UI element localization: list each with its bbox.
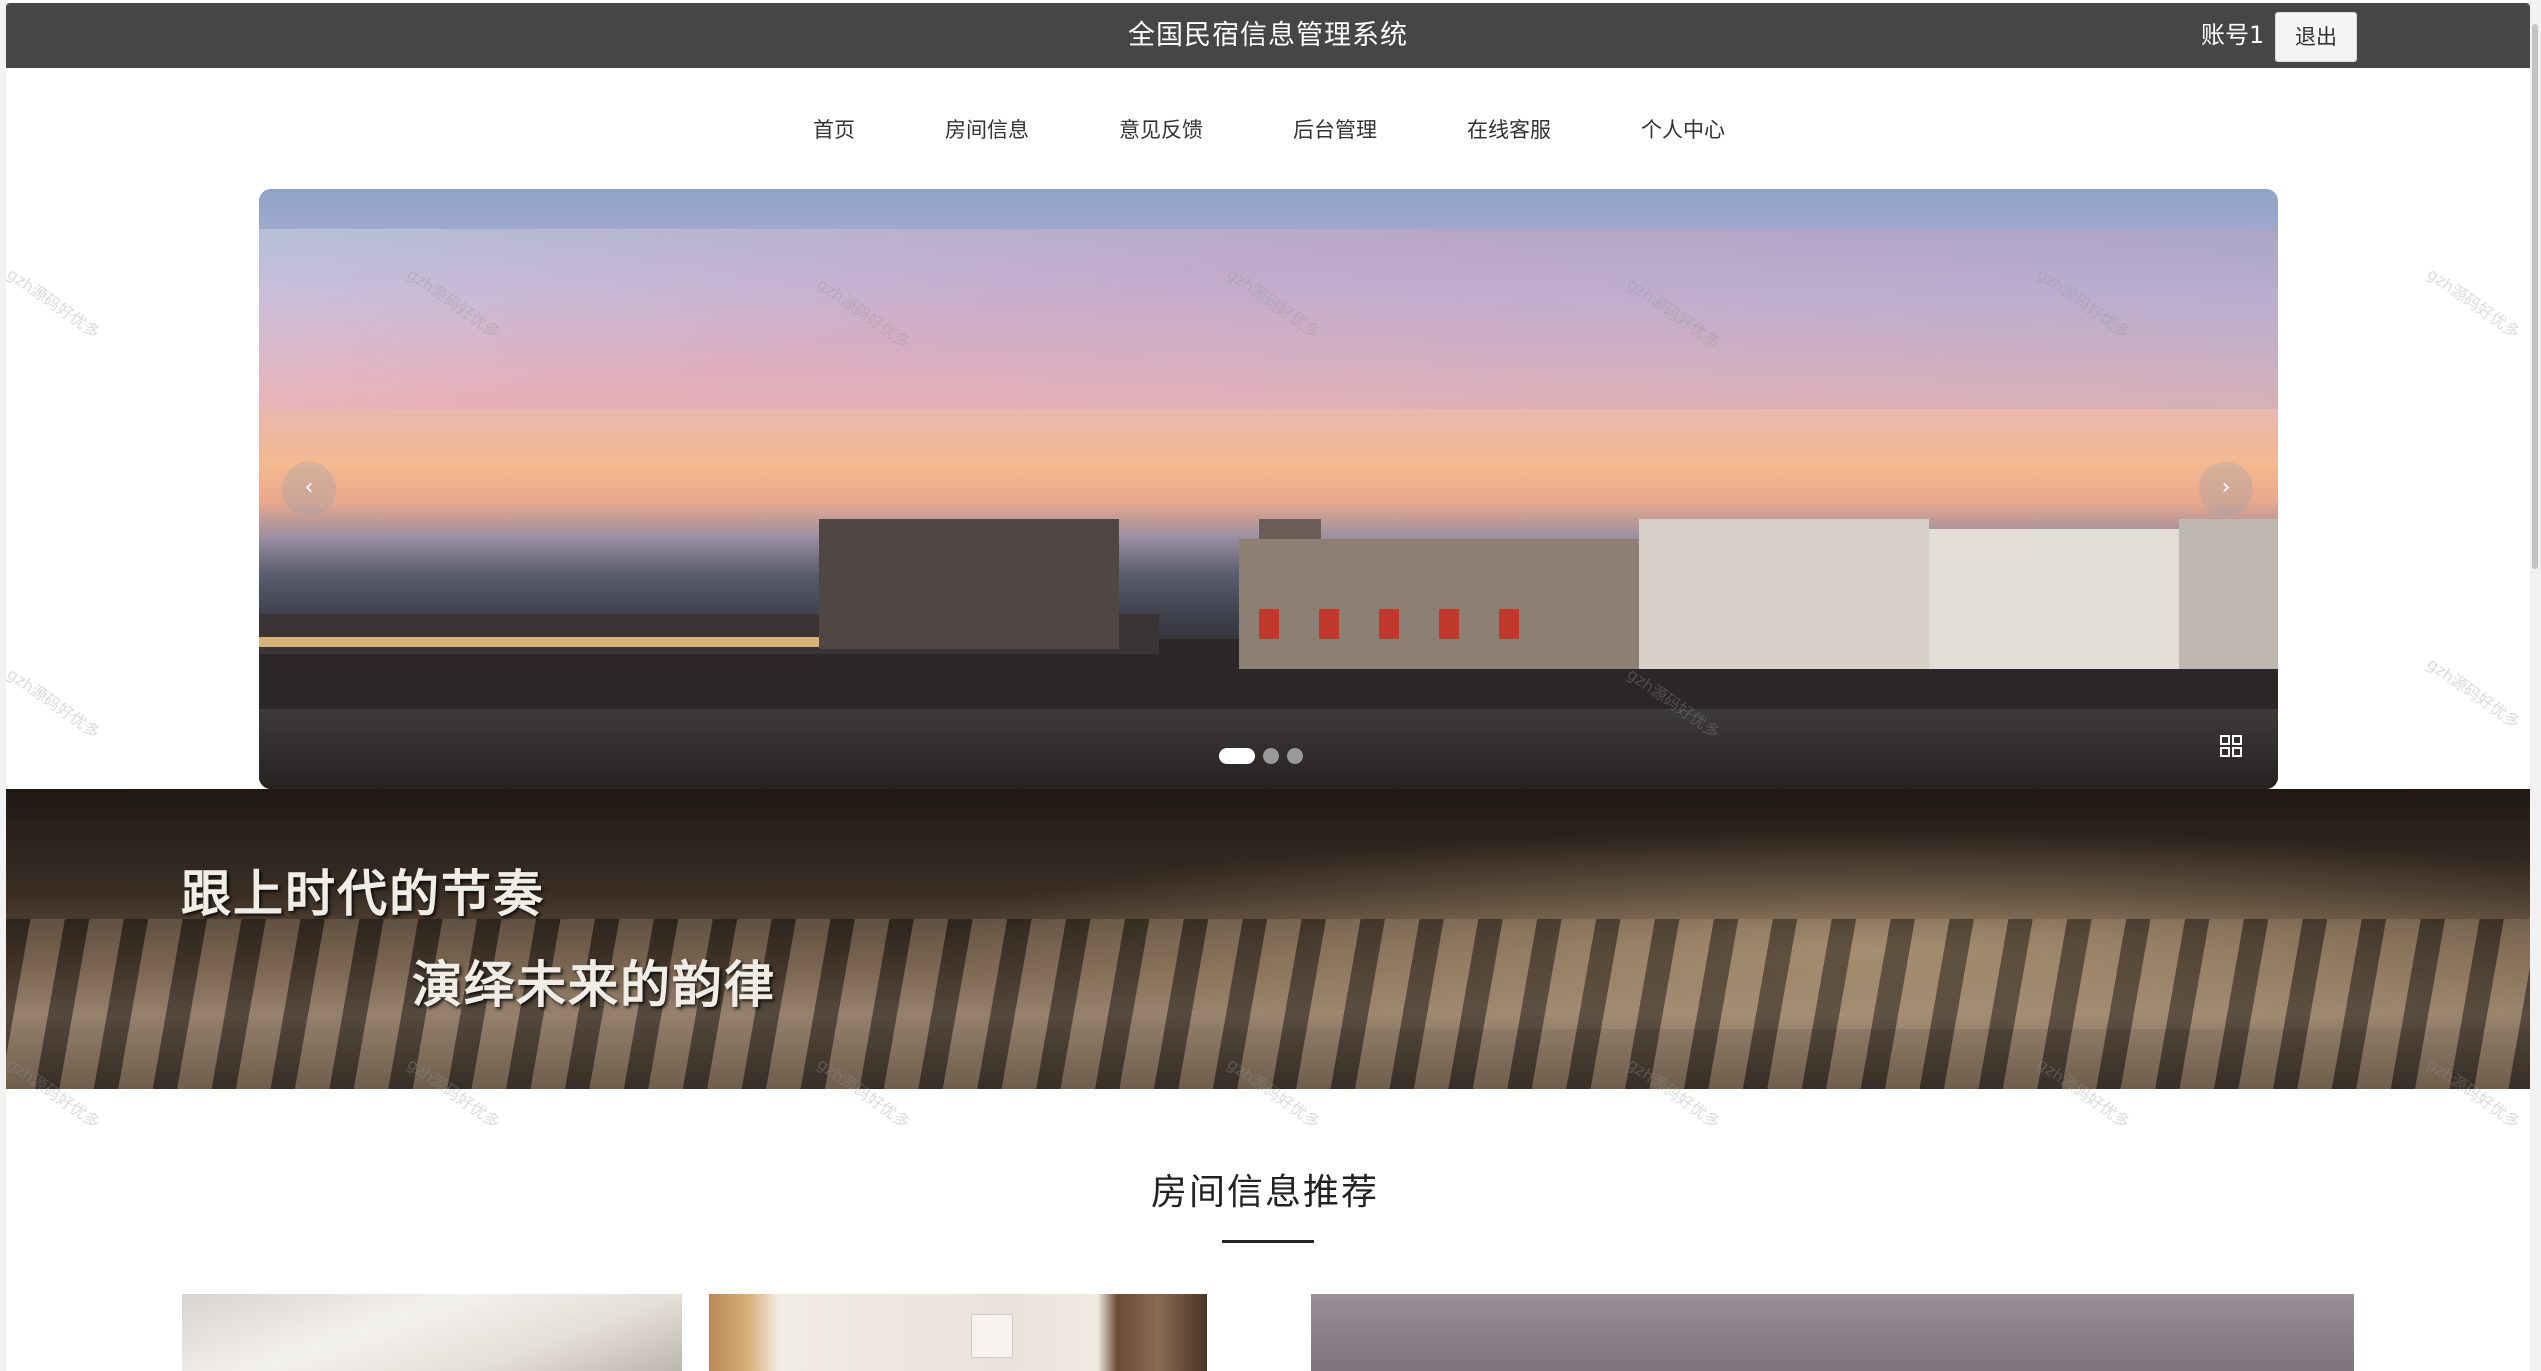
carousel-prev-button[interactable]: ‹ bbox=[282, 462, 336, 516]
page: 全国民宿信息管理系统 账号1 退出 首页 房间信息 意见反馈 后台管理 在线客服… bbox=[0, 0, 2541, 1371]
banner-slogan-line-2: 演绎未来的韵律 bbox=[412, 955, 776, 1014]
watermark: gzh源码好优多 bbox=[2423, 654, 2524, 733]
title-underline bbox=[1222, 1240, 1314, 1243]
chevron-left-icon: ‹ bbox=[304, 475, 314, 500]
site-title: 全国民宿信息管理系统 bbox=[1128, 20, 1408, 51]
room-card-2-image[interactable] bbox=[709, 1294, 1207, 1371]
carousel-slide-city-image bbox=[259, 519, 2278, 719]
carousel-dot-3[interactable] bbox=[1287, 748, 1303, 764]
watermark: gzh源码好优多 bbox=[3, 664, 104, 743]
chevron-right-icon: › bbox=[2221, 475, 2231, 500]
image-carousel[interactable]: ‹ › bbox=[259, 189, 2278, 789]
carousel-dot-2[interactable] bbox=[1263, 748, 1279, 764]
active-nav-caret-icon bbox=[0, 110, 2530, 150]
room-recommend-title: 房间信息推荐 bbox=[1150, 1172, 1379, 1213]
carousel-slide-sky bbox=[259, 229, 2278, 409]
account-name[interactable]: 账号1 bbox=[2201, 3, 2264, 68]
room-card-1-image[interactable] bbox=[182, 1294, 682, 1371]
watermark: gzh源码好优多 bbox=[2423, 264, 2524, 343]
promo-banner: 跟上时代的节奏 演绎未来的韵律 bbox=[6, 789, 2530, 1089]
logout-button[interactable]: 退出 bbox=[2275, 12, 2357, 62]
carousel-dot-1[interactable] bbox=[1219, 748, 1255, 764]
banner-slogan-line-1: 跟上时代的节奏 bbox=[181, 864, 545, 923]
scrollbar-thumb[interactable] bbox=[2532, 24, 2538, 569]
banner-piano-keys-image bbox=[6, 919, 2530, 1089]
carousel-next-button[interactable]: › bbox=[2199, 462, 2253, 516]
top-header-bar: 全国民宿信息管理系统 账号1 退出 bbox=[6, 3, 2530, 68]
vertical-scrollbar[interactable] bbox=[2530, 0, 2541, 1371]
grid-view-icon[interactable] bbox=[2219, 734, 2243, 758]
lamp-icon bbox=[971, 1314, 1013, 1358]
room-card-3-image[interactable] bbox=[1311, 1294, 2354, 1371]
watermark: gzh源码好优多 bbox=[3, 264, 104, 343]
carousel-pagination bbox=[1219, 748, 1311, 764]
